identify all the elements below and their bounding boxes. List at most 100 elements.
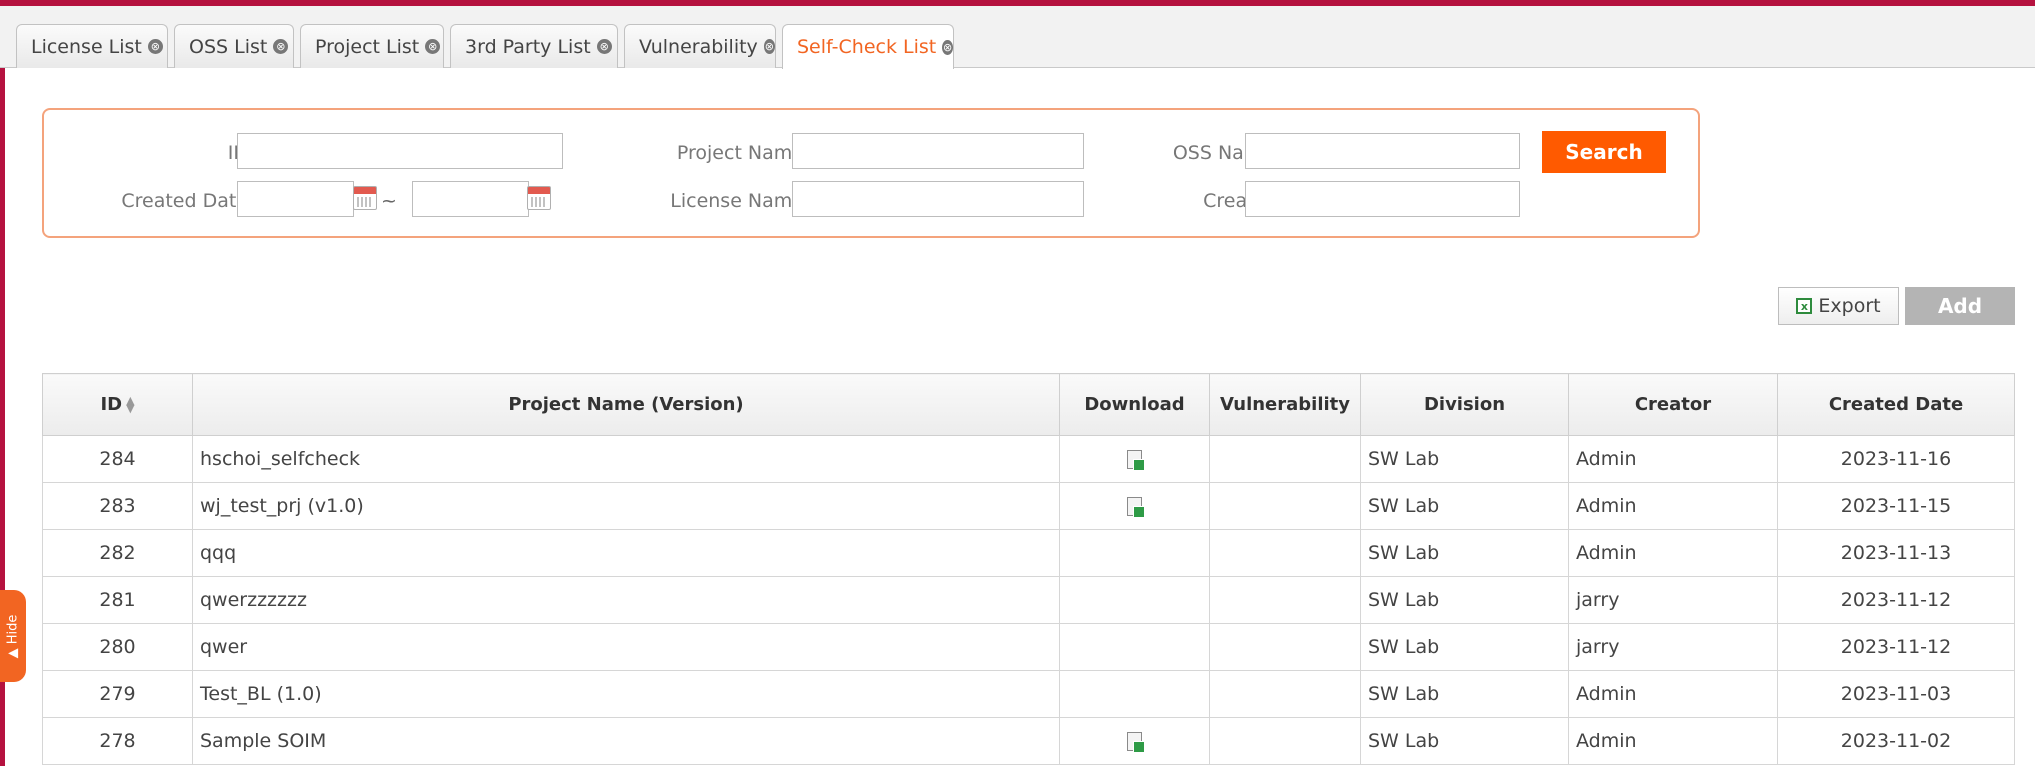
- hide-panel-handle[interactable]: ▲ Hide: [0, 590, 26, 682]
- oss-name-input[interactable]: [1245, 133, 1520, 169]
- date-to-input[interactable]: [412, 181, 529, 217]
- cell-project[interactable]: Test_BL (1.0): [192, 670, 1060, 718]
- cell-vulnerability: [1209, 670, 1361, 718]
- column-header-id[interactable]: ID ▲ ▼: [42, 373, 193, 436]
- cell-download: [1059, 482, 1210, 530]
- cell-id: 282: [42, 529, 193, 577]
- cell-download: [1059, 529, 1210, 577]
- cell-created-date: 2023-11-13: [1777, 529, 2015, 577]
- cell-created-date: 2023-11-16: [1777, 435, 2015, 483]
- cell-creator: Admin: [1568, 482, 1778, 530]
- cell-created-date: 2023-11-02: [1777, 717, 2015, 765]
- cell-created-date: 2023-11-12: [1777, 623, 2015, 671]
- add-button[interactable]: Add: [1905, 287, 2015, 325]
- cell-download: [1059, 717, 1210, 765]
- cell-creator: Admin: [1568, 435, 1778, 483]
- date-range-separator: ~: [381, 190, 397, 212]
- tab-license-list[interactable]: License List ⊗: [16, 24, 168, 68]
- table-row[interactable]: 279 Test_BL (1.0) SW Lab Admin 2023-11-0…: [42, 670, 2015, 718]
- table-row[interactable]: 283 wj_test_prj (v1.0) SW Lab Admin 2023…: [42, 482, 2015, 530]
- cell-creator: jarry: [1568, 576, 1778, 624]
- search-panel: ID Project Name OSS Name Search Created …: [42, 108, 1700, 238]
- cell-id: 280: [42, 623, 193, 671]
- header-label: ID: [100, 394, 123, 415]
- cell-creator: jarry: [1568, 623, 1778, 671]
- excel-download-icon[interactable]: [1127, 732, 1145, 753]
- tab-vulnerability[interactable]: Vulnerability ⊗: [624, 24, 776, 68]
- tab-label: Vulnerability: [639, 35, 758, 58]
- calendar-icon[interactable]: [353, 186, 377, 210]
- cell-id: 279: [42, 670, 193, 718]
- cell-division: SW Lab: [1360, 623, 1569, 671]
- cell-project[interactable]: hschoi_selfcheck: [192, 435, 1060, 483]
- cell-id: 284: [42, 435, 193, 483]
- creator-input[interactable]: [1245, 181, 1520, 217]
- column-header-download[interactable]: Download: [1059, 373, 1210, 436]
- cell-vulnerability: [1209, 435, 1361, 483]
- tab-oss-list[interactable]: OSS List ⊗: [174, 24, 294, 68]
- cell-vulnerability: [1209, 717, 1361, 765]
- cell-download: [1059, 670, 1210, 718]
- hide-label: ▲ Hide: [5, 614, 21, 658]
- cell-project[interactable]: wj_test_prj (v1.0): [192, 482, 1060, 530]
- cell-download: [1059, 576, 1210, 624]
- export-button[interactable]: x Export: [1778, 287, 1899, 325]
- project-name-label: Project Name: [676, 142, 804, 164]
- cell-vulnerability: [1209, 529, 1361, 577]
- column-header-project[interactable]: Project Name (Version): [192, 373, 1060, 436]
- close-icon[interactable]: ⊗: [942, 39, 953, 55]
- tab-project-list[interactable]: Project List ⊗: [300, 24, 444, 68]
- date-from-input[interactable]: [237, 181, 354, 217]
- close-icon[interactable]: ⊗: [596, 39, 612, 54]
- cell-created-date: 2023-11-15: [1777, 482, 2015, 530]
- tab-label: 3rd Party List: [465, 35, 591, 58]
- table-row[interactable]: 282 qqq SW Lab Admin 2023-11-13: [42, 529, 2015, 577]
- table-row[interactable]: 278 Sample SOIM SW Lab Admin 2023-11-02: [42, 717, 2015, 765]
- cell-project[interactable]: qwerzzzzzz: [192, 576, 1060, 624]
- tab-label: OSS List: [189, 35, 268, 58]
- close-icon[interactable]: ⊗: [763, 39, 775, 54]
- excel-download-icon[interactable]: [1127, 497, 1145, 518]
- tab-label: Self-Check List: [797, 36, 937, 58]
- column-header-created-date[interactable]: Created Date: [1777, 373, 2015, 436]
- cell-vulnerability: [1209, 576, 1361, 624]
- cell-creator: Admin: [1568, 670, 1778, 718]
- export-label: Export: [1818, 295, 1881, 317]
- tab-3rd-party-list[interactable]: 3rd Party List ⊗: [450, 24, 618, 68]
- search-button[interactable]: Search: [1542, 131, 1666, 173]
- sort-icon[interactable]: ▲ ▼: [126, 395, 134, 414]
- tab-label: License List: [31, 35, 142, 58]
- cell-id: 278: [42, 717, 193, 765]
- table-row[interactable]: 280 qwer SW Lab jarry 2023-11-12: [42, 623, 2015, 671]
- close-icon[interactable]: ⊗: [147, 39, 163, 54]
- table-row[interactable]: 284 hschoi_selfcheck SW Lab Admin 2023-1…: [42, 435, 2015, 483]
- cell-division: SW Lab: [1360, 529, 1569, 577]
- close-icon[interactable]: ⊗: [273, 39, 289, 54]
- cell-created-date: 2023-11-03: [1777, 670, 2015, 718]
- cell-project[interactable]: Sample SOIM: [192, 717, 1060, 765]
- calendar-icon[interactable]: [527, 186, 551, 210]
- table-row[interactable]: 281 qwerzzzzzz SW Lab jarry 2023-11-12: [42, 576, 2015, 624]
- cell-division: SW Lab: [1360, 670, 1569, 718]
- tab-bar: License List ⊗ OSS List ⊗ Project List ⊗…: [0, 6, 2035, 69]
- excel-download-icon[interactable]: [1127, 450, 1145, 471]
- tab-label: Project List: [315, 35, 420, 58]
- cell-project[interactable]: qqq: [192, 529, 1060, 577]
- cell-vulnerability: [1209, 623, 1361, 671]
- cell-vulnerability: [1209, 482, 1361, 530]
- created-date-label: Created Date: [121, 190, 248, 212]
- tab-self-check-list[interactable]: Self-Check List ⊗: [782, 24, 954, 69]
- id-label: ID: [124, 142, 248, 164]
- column-header-vulnerability[interactable]: Vulnerability: [1209, 373, 1361, 436]
- cell-project[interactable]: qwer: [192, 623, 1060, 671]
- cell-id: 283: [42, 482, 193, 530]
- cell-created-date: 2023-11-12: [1777, 576, 2015, 624]
- project-name-input[interactable]: [792, 133, 1084, 169]
- id-input[interactable]: [237, 133, 563, 169]
- excel-icon: x: [1796, 298, 1813, 314]
- column-header-creator[interactable]: Creator: [1568, 373, 1778, 436]
- column-header-division[interactable]: Division: [1360, 373, 1569, 436]
- cell-division: SW Lab: [1360, 576, 1569, 624]
- license-name-input[interactable]: [792, 181, 1084, 217]
- close-icon[interactable]: ⊗: [425, 39, 441, 54]
